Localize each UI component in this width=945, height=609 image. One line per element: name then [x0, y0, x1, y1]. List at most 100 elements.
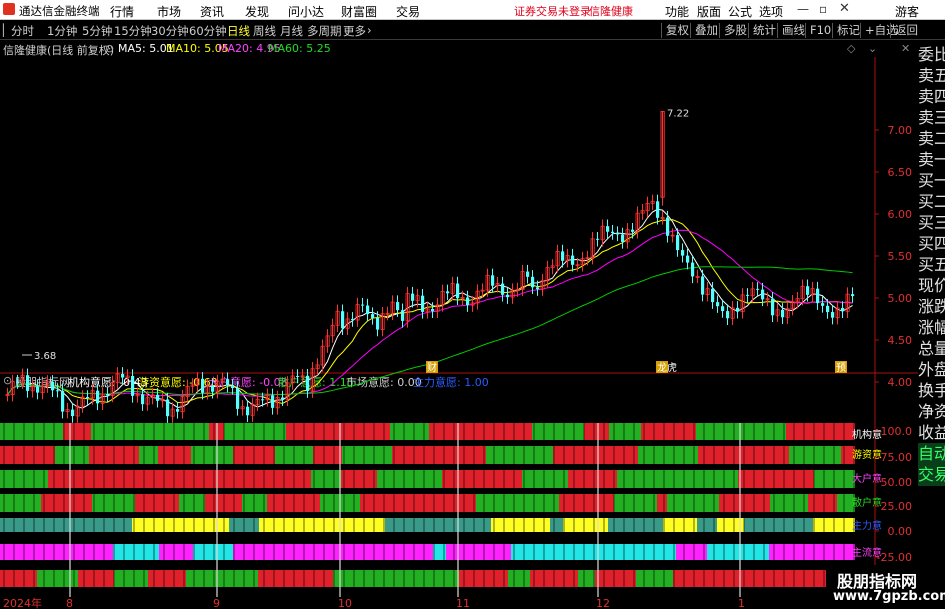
side-panel-item[interactable]: 买五: [918, 254, 945, 276]
side-panel-item[interactable]: 自动: [918, 443, 945, 465]
guest-label[interactable]: 游客: [895, 3, 919, 20]
intent-block: [797, 470, 814, 488]
candle-body: [141, 394, 145, 405]
side-panel-item[interactable]: 买一: [918, 170, 945, 192]
menu-market-quotes[interactable]: 行情: [110, 3, 134, 20]
intent-block: [351, 518, 385, 532]
intent-block: [789, 446, 841, 464]
candle-body: [456, 283, 460, 299]
intent-block: [629, 544, 650, 560]
side-panel-item[interactable]: 收益: [918, 422, 945, 444]
intent-block: [508, 570, 530, 587]
intent-block: [563, 518, 608, 532]
intent-block: [78, 570, 92, 587]
minimize-icon[interactable]: —: [797, 2, 809, 16]
side-panel-item[interactable]: 总量: [918, 338, 945, 360]
candle-body: [621, 234, 625, 242]
side-panel-item[interactable]: 卖三: [918, 107, 945, 129]
side-panel-item[interactable]: 涨幅: [918, 317, 945, 339]
period-tab-1min[interactable]: 1分钟: [47, 23, 77, 39]
candle-body: [371, 314, 375, 318]
close-icon[interactable]: ✕: [839, 1, 850, 16]
intent-block: [158, 446, 191, 464]
period-tab-5min[interactable]: 5分钟: [82, 23, 112, 39]
ma60-line: [7, 266, 853, 396]
multi-stock-button[interactable]: 多股: [719, 23, 751, 38]
back-button[interactable]: 返回: [890, 23, 922, 38]
stock-name-link[interactable]: 信隆健康: [589, 3, 633, 19]
period-tab-60min[interactable]: 60分钟: [189, 23, 227, 39]
menu-market[interactable]: 市场: [157, 3, 181, 20]
intent-block: [808, 494, 837, 512]
period-tab-multi[interactable]: 多周期: [307, 23, 342, 39]
intent-block: [233, 544, 242, 560]
period-tab-weekly[interactable]: 周线: [253, 23, 276, 39]
period-tab-15min[interactable]: 15分钟: [114, 23, 152, 39]
candle-body: [666, 217, 670, 236]
candle-body: [716, 302, 720, 307]
menu-news[interactable]: 资讯: [200, 3, 224, 20]
candle-body: [501, 283, 505, 295]
menu-trade[interactable]: 交易: [396, 3, 420, 20]
candle-body: [401, 310, 405, 321]
side-panel-item[interactable]: 净资: [918, 401, 945, 423]
period-tab-more[interactable]: 更多: [343, 23, 366, 39]
trade-login-notice[interactable]: 证券交易未登录: [514, 3, 591, 19]
menu-discover[interactable]: 发现: [245, 3, 269, 20]
candle-body: [61, 390, 65, 412]
candle-body: [691, 262, 695, 277]
quote-side-panel: 委比 卖五 卖四 卖三 卖二 卖一 买一 买二 买三 买四 买五 现价 涨跌 涨幅 总量 外盘 换手 净资 收益 自动…: [918, 40, 945, 609]
side-panel-item[interactable]: 卖二: [918, 128, 945, 150]
restore-rights-button[interactable]: 复权: [661, 23, 693, 38]
intent-block: [453, 518, 491, 532]
intent-block: [377, 470, 442, 488]
side-panel-item[interactable]: 交易: [918, 464, 945, 486]
side-panel-item[interactable]: 涨跌: [918, 296, 945, 318]
f10-button[interactable]: F10: [805, 23, 835, 38]
candle-body: [96, 390, 100, 404]
overlay-button[interactable]: 叠加: [690, 23, 722, 38]
more-chevron-icon[interactable]: ›: [367, 23, 372, 37]
period-tab-daily[interactable]: 日线: [227, 23, 250, 39]
side-panel-item[interactable]: 买三: [918, 212, 945, 234]
intent-block: [559, 494, 586, 512]
menu-function[interactable]: 功能: [665, 3, 689, 20]
side-panel-item[interactable]: 买二: [918, 191, 945, 213]
intent-block: [770, 494, 808, 512]
statistics-button[interactable]: 统计: [748, 23, 780, 38]
candle-body: [781, 309, 785, 318]
side-panel-item[interactable]: 外盘: [918, 359, 945, 381]
date-axis-label: 10: [338, 597, 352, 609]
indicator-tick-label: 50.00: [881, 476, 913, 489]
side-panel-item[interactable]: 买四: [918, 233, 945, 255]
side-panel-item[interactable]: 现价: [918, 275, 945, 297]
intent-block: [491, 518, 550, 532]
period-tab-30min[interactable]: 30分钟: [151, 23, 189, 39]
row-label: 游资意: [852, 448, 882, 461]
side-panel-item[interactable]: 卖五: [918, 65, 945, 87]
menu-layout[interactable]: 版面: [697, 3, 721, 20]
indicator-tick-label: 75.00: [881, 451, 913, 464]
restore-icon[interactable]: ▫: [819, 2, 827, 16]
menu-wealth-circle[interactable]: 财富圈: [341, 3, 377, 20]
side-panel-item[interactable]: 卖四: [918, 86, 945, 108]
menu-ask-xiaoda[interactable]: 问小达: [288, 3, 324, 20]
intent-block: [242, 544, 297, 560]
side-panel-item[interactable]: 委比: [918, 44, 945, 66]
side-panel-item[interactable]: 卖一: [918, 149, 945, 171]
intent-block: [37, 570, 78, 587]
candle-body: [526, 271, 530, 277]
kline-chart[interactable]: 7.00 6.50 6.00 5.50 5.00 4.50 4.00 7.22 3.68 财 龙…: [0, 40, 918, 609]
intent-block: [769, 544, 818, 560]
menu-options[interactable]: 选项: [759, 3, 783, 20]
intent-block: [63, 423, 91, 440]
candle-body: [226, 379, 230, 386]
period-tab-monthly[interactable]: 月线: [280, 23, 303, 39]
candle-body: [726, 311, 730, 319]
indicator-tick-label: 25.00: [881, 500, 913, 513]
side-panel-item[interactable]: 换手: [918, 380, 945, 402]
intent-block: [486, 446, 553, 464]
period-tab-timeshare[interactable]: 分时: [11, 23, 34, 39]
menu-formula[interactable]: 公式: [728, 3, 752, 20]
intent-block: [528, 494, 559, 512]
